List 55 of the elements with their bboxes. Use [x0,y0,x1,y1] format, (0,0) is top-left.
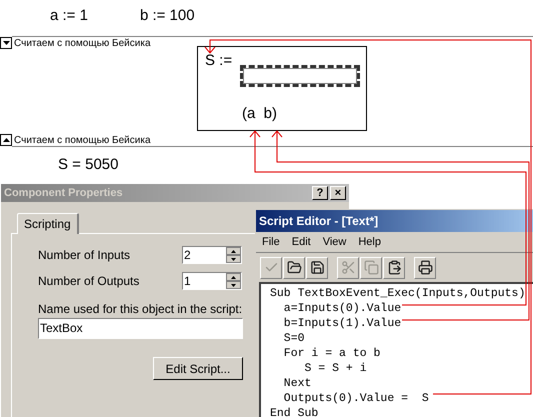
code-line: Next [282,376,312,391]
help-button[interactable]: ? [312,186,328,200]
field-label: Number of Inputs [38,247,132,264]
spin-down-button[interactable] [226,255,241,263]
toolbar-button[interactable] [383,256,405,278]
code-editor[interactable]: Sub TextBoxEvent_Exec(Inputs,Outputs) a=Inputs(0).Value b=Inputs(1).Value S=0 For i = a to b S = S + i Next Outputs(0).Value = S End Sub [259,282,533,417]
name-field[interactable]: TextBox [38,318,243,339]
math-definition: b := 100 [140,6,195,26]
code-line: End Sub [270,406,320,417]
toolbar-button[interactable] [283,256,305,278]
copy-icon [364,260,378,275]
menu-item[interactable]: View [322,234,346,250]
spin-down-button[interactable] [226,281,241,289]
tab[interactable]: Scripting [17,213,79,234]
math-label: S := [205,52,232,70]
spin-up-button[interactable] [226,273,241,281]
menu-item[interactable]: File [262,234,280,250]
folder-icon [286,260,302,275]
number-spin-field[interactable]: 2 [182,246,242,264]
edit-script-button[interactable]: Edit Script... [153,357,243,380]
code-line: S=0 [282,331,306,346]
triangle-up-icon [231,250,236,252]
menu-item[interactable]: Edit [292,234,311,250]
toolbar-button[interactable] [306,256,328,278]
code-line: a=Inputs(0).Value [282,301,402,316]
component-frame[interactable]: S := (a b) [197,46,367,131]
text-box[interactable] [240,65,360,87]
code-line: b=Inputs(1).Value [282,316,402,331]
math-result: S = 5050 [58,156,118,174]
clipboard-icon [386,260,402,275]
spin-up-button[interactable] [226,247,241,255]
code-line: Outputs(0).Value = S [282,391,430,406]
triangle-up-icon [2,138,10,142]
number-spin-field[interactable]: 1 [182,272,242,290]
region-title: Считаем с помощью Бейсика [13,134,152,147]
window-title: Script Editor - [Text*] [259,213,378,230]
input-arguments: (a b) [242,105,278,123]
triangle-down-icon [2,41,10,45]
toolbar-button[interactable] [414,256,436,278]
triangle-down-icon [231,258,236,260]
triangle-up-icon [231,276,236,278]
collapse-toggle[interactable] [0,37,12,49]
printer-icon [418,260,432,275]
menu-item[interactable]: Help [358,234,381,250]
code-line: S = S + i [304,361,368,376]
close-button[interactable]: × [330,186,346,200]
field-label: Name used for this object in the script: [38,302,244,316]
window-title: Component Properties [4,186,124,201]
math-definition: a := 1 [50,6,88,26]
code-line: Sub TextBoxEvent_Exec(Inputs,Outputs) [270,286,526,301]
scissors-icon [340,260,356,275]
triangle-down-icon [231,284,236,286]
region-title: Считаем с помощью Бейсика [13,37,152,50]
code-line: For i = a to b [282,346,382,361]
field-label: Number of Outputs [38,273,140,290]
